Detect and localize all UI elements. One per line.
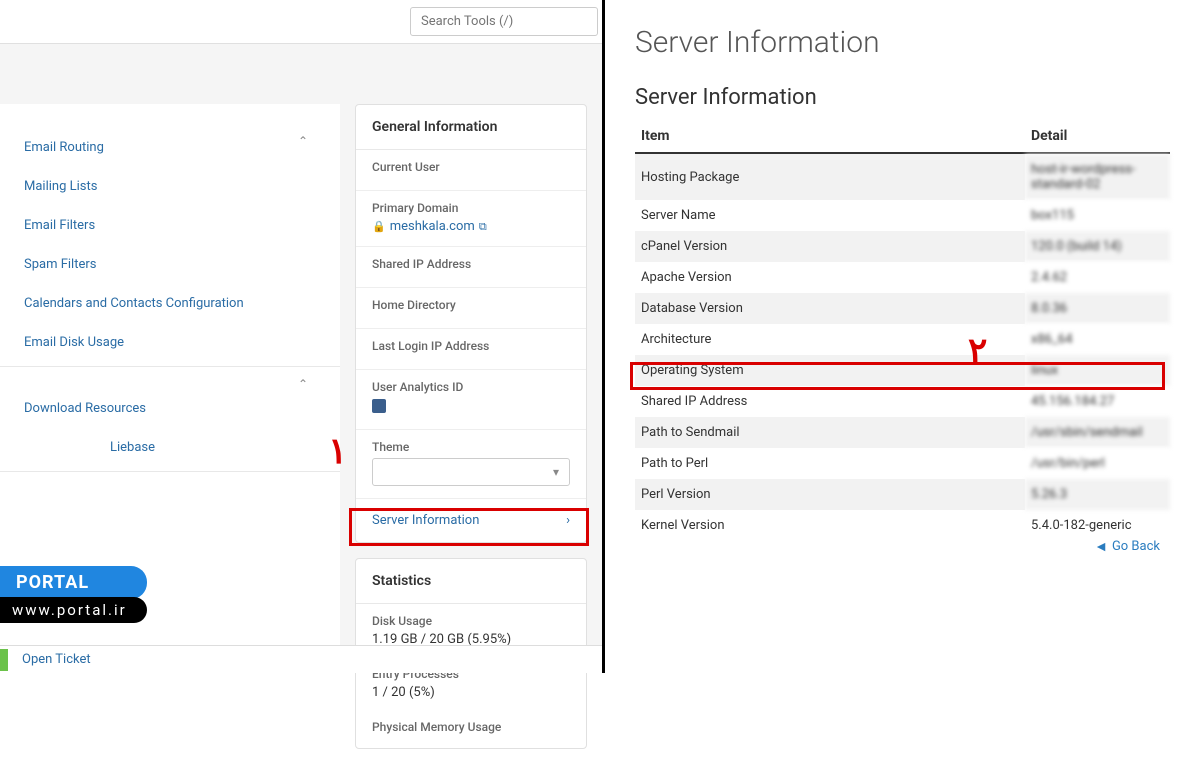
sidebar-item-calendars[interactable]: Calendars and Contacts Configuration xyxy=(0,284,340,323)
panel-title: General Information xyxy=(356,105,586,150)
sidebar-item-mailing-lists[interactable]: Mailing Lists xyxy=(0,167,340,206)
cell-detail: /usr/bin/perl xyxy=(1025,448,1170,479)
theme-label: Theme xyxy=(372,440,570,454)
table-row: Database Version8.0.36 xyxy=(635,293,1170,324)
search-bar xyxy=(0,0,602,44)
page-title: Server Information xyxy=(635,25,1170,60)
general-info-panel: General Information Current User Primary… xyxy=(355,104,587,543)
memory-label: Physical Memory Usage xyxy=(372,720,570,734)
cell-item: Kernel Version xyxy=(635,510,1025,541)
table-row: Server Namebox115 xyxy=(635,200,1170,231)
cell-item: Database Version xyxy=(635,293,1025,324)
cell-item: Perl Version xyxy=(635,479,1025,510)
bottom-bar: Open Ticket xyxy=(0,645,602,673)
theme-dropdown[interactable]: ▾ xyxy=(372,458,570,486)
sidebar-item-spam-filters[interactable]: Spam Filters xyxy=(0,245,340,284)
sidebar-item-email-routing[interactable]: Email Routing xyxy=(0,128,340,167)
ticket-icon xyxy=(0,649,8,671)
cell-detail: 120.0 (build 14) xyxy=(1025,231,1170,262)
lock-icon: 🔒 xyxy=(372,220,386,233)
cell-detail: linux xyxy=(1025,355,1170,386)
cell-item: cPanel Version xyxy=(635,231,1025,262)
table-row: Shared IP Address45.156.184.27 xyxy=(635,386,1170,417)
sidebar-item-download-resources[interactable]: Download Resources xyxy=(0,389,340,428)
table-row: cPanel Version120.0 (build 14) xyxy=(635,231,1170,262)
cell-item: Operating System xyxy=(635,355,1025,386)
chevron-right-icon: › xyxy=(566,513,570,528)
table-row: Path to Perl/usr/bin/perl xyxy=(635,448,1170,479)
table-row: Perl Version5.26.3 xyxy=(635,479,1170,510)
cell-item: Architecture xyxy=(635,324,1025,355)
cell-item: Server Name xyxy=(635,200,1025,231)
portal-name: PORTAL xyxy=(0,566,147,599)
chevron-up-icon[interactable]: ⌃ xyxy=(298,377,308,391)
sidebar-item-email-disk[interactable]: Email Disk Usage xyxy=(0,323,340,362)
cell-detail: 45.156.184.27 xyxy=(1025,386,1170,417)
cell-detail: 5.26.3 xyxy=(1025,479,1170,510)
table-row: Path to Sendmail/usr/sbin/sendmail xyxy=(635,417,1170,448)
cell-detail: /usr/sbin/sendmail xyxy=(1025,417,1170,448)
server-information-link[interactable]: Server Information › xyxy=(356,499,586,542)
shared-ip-label: Shared IP Address xyxy=(372,257,570,271)
search-input[interactable] xyxy=(410,7,598,36)
portal-badge: PORTAL www.portal.ir xyxy=(0,566,147,623)
cell-detail: host-ir-wordpress-standard-02 xyxy=(1025,153,1170,200)
last-login-label: Last Login IP Address xyxy=(372,339,570,353)
open-ticket-link[interactable]: Open Ticket xyxy=(22,652,91,667)
cell-detail: box115 xyxy=(1025,200,1170,231)
primary-domain-label: Primary Domain xyxy=(372,201,570,215)
cell-item: Shared IP Address xyxy=(635,386,1025,417)
sidebar-item-email-filters[interactable]: Email Filters xyxy=(0,206,340,245)
cell-item: Path to Perl xyxy=(635,448,1025,479)
server-info-table: Item Detail Hosting Packagehost-ir-wordp… xyxy=(635,120,1170,541)
portal-url: www.portal.ir xyxy=(0,597,147,623)
home-dir-label: Home Directory xyxy=(372,298,570,312)
section-title: Server Information xyxy=(635,85,1170,110)
cell-item: Hosting Package xyxy=(635,153,1025,200)
back-arrow-icon: ◄ xyxy=(1094,538,1108,555)
col-detail: Detail xyxy=(1025,120,1170,153)
cell-detail: 8.0.36 xyxy=(1025,293,1170,324)
chevron-down-icon: ▾ xyxy=(553,465,559,479)
stats-title: Statistics xyxy=(356,559,586,604)
cell-item: Apache Version xyxy=(635,262,1025,293)
entry-proc-value: 1 / 20 (5%) xyxy=(372,685,570,700)
disk-usage-label: Disk Usage xyxy=(372,614,570,628)
table-row: Kernel Version5.4.0-182-generic xyxy=(635,510,1170,541)
table-row: Hosting Packagehost-ir-wordpress-standar… xyxy=(635,153,1170,200)
go-back-link[interactable]: ◄ Go Back xyxy=(1094,538,1160,555)
table-row: Operating Systemlinux xyxy=(635,355,1170,386)
table-row: Architecturex86_64 xyxy=(635,324,1170,355)
copy-icon[interactable] xyxy=(372,399,386,413)
sidebar-item-firebase[interactable]: Liebase xyxy=(0,428,340,467)
cell-detail: 5.4.0-182-generic xyxy=(1025,510,1170,541)
analytics-label: User Analytics ID xyxy=(372,380,570,394)
cell-item: Path to Sendmail xyxy=(635,417,1025,448)
annotation-number-1: ۱ xyxy=(328,430,347,472)
primary-domain-value[interactable]: 🔒 meshkala.com ⧉ xyxy=(372,219,570,234)
cell-detail: 2.4.62 xyxy=(1025,262,1170,293)
cell-detail: x86_64 xyxy=(1025,324,1170,355)
current-user-label: Current User xyxy=(372,160,570,174)
annotation-number-2: ۲ xyxy=(968,330,987,372)
table-row: Apache Version2.4.62 xyxy=(635,262,1170,293)
col-item: Item xyxy=(635,120,1025,153)
external-link-icon[interactable]: ⧉ xyxy=(479,220,487,234)
chevron-up-icon[interactable]: ⌃ xyxy=(298,134,308,148)
